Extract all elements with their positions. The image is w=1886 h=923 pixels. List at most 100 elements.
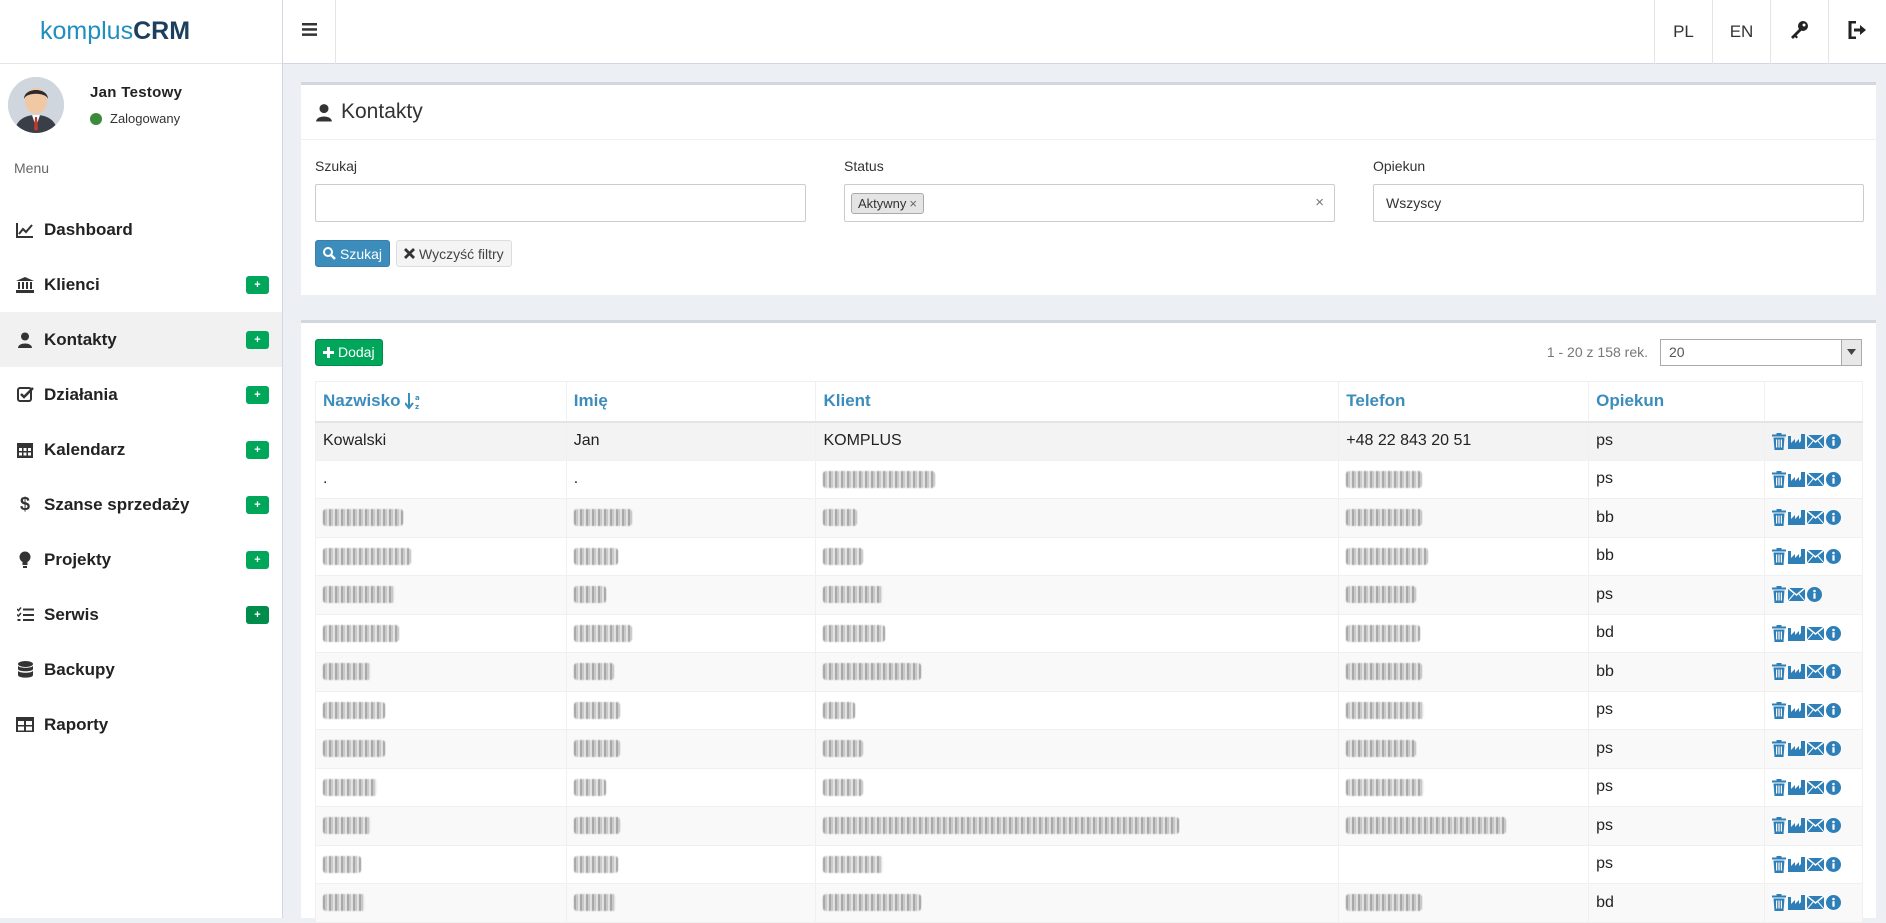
email-icon[interactable] xyxy=(1806,896,1824,910)
column-header-opiekun[interactable]: Opiekun xyxy=(1588,381,1765,423)
column-header-telefon[interactable]: Telefon xyxy=(1338,381,1590,423)
delete-icon[interactable] xyxy=(1771,470,1786,488)
sidebar-item-klienci[interactable]: Klienci + xyxy=(0,257,282,312)
sidebar-item-dzialania[interactable]: Działania + xyxy=(0,367,282,422)
sidebar-item-dashboard[interactable]: Dashboard xyxy=(0,202,282,257)
info-icon[interactable] xyxy=(1825,548,1841,564)
delete-icon[interactable] xyxy=(1771,586,1786,604)
info-icon[interactable] xyxy=(1825,779,1841,795)
sidebar-item-kalendarz[interactable]: Kalendarz + xyxy=(0,422,282,477)
search-button[interactable]: Szukaj xyxy=(315,240,391,267)
email-icon[interactable] xyxy=(1806,742,1824,756)
logout-button[interactable] xyxy=(1828,0,1886,64)
sidebar-item-raporty[interactable]: Raporty xyxy=(0,697,282,752)
email-icon[interactable] xyxy=(1806,434,1824,448)
column-header-imie[interactable]: Imię xyxy=(565,381,817,423)
sidebar-item-backupy[interactable]: Backupy xyxy=(0,642,282,697)
delete-icon[interactable] xyxy=(1771,509,1786,527)
email-icon[interactable] xyxy=(1806,703,1824,717)
remove-tag-icon[interactable]: × xyxy=(909,196,917,211)
delete-icon[interactable] xyxy=(1771,817,1786,835)
client-icon[interactable] xyxy=(1787,471,1805,487)
delete-icon[interactable] xyxy=(1771,547,1786,565)
table-row[interactable]: bd xyxy=(315,613,1864,653)
client-icon[interactable] xyxy=(1787,625,1805,641)
info-icon[interactable] xyxy=(1825,702,1841,718)
search-input[interactable] xyxy=(315,184,806,222)
status-multiselect[interactable]: Aktywny × × xyxy=(844,184,1335,222)
info-icon[interactable] xyxy=(1825,510,1841,526)
add-project-button[interactable]: + xyxy=(246,551,269,569)
add-client-button[interactable]: + xyxy=(246,276,269,294)
add-service-button[interactable]: + xyxy=(246,606,269,624)
client-icon[interactable] xyxy=(1787,779,1805,795)
page-size-select[interactable]: 20 xyxy=(1660,338,1862,366)
client-icon[interactable] xyxy=(1787,856,1805,872)
delete-icon[interactable] xyxy=(1771,663,1786,681)
delete-icon[interactable] xyxy=(1771,624,1786,642)
client-icon[interactable] xyxy=(1787,548,1805,564)
email-icon[interactable] xyxy=(1806,549,1824,563)
info-icon[interactable] xyxy=(1825,856,1841,872)
email-icon[interactable] xyxy=(1787,588,1805,602)
table-row[interactable]: bb xyxy=(315,652,1864,692)
email-icon[interactable] xyxy=(1806,780,1824,794)
sidebar-item-projekty[interactable]: Projekty + xyxy=(0,532,282,587)
change-password-button[interactable] xyxy=(1770,0,1828,64)
add-action-button[interactable]: + xyxy=(246,386,269,404)
client-icon[interactable] xyxy=(1787,702,1805,718)
delete-icon[interactable] xyxy=(1771,778,1786,796)
add-contact-button[interactable]: + xyxy=(246,331,269,349)
sidebar-item-serwis[interactable]: Serwis + xyxy=(0,587,282,642)
delete-icon[interactable] xyxy=(1771,855,1786,873)
table-row[interactable]: bb xyxy=(315,498,1864,538)
client-icon[interactable] xyxy=(1787,741,1805,757)
table-row[interactable]: ps xyxy=(315,806,1864,846)
info-icon[interactable] xyxy=(1825,895,1841,911)
sidebar-toggle-button[interactable] xyxy=(283,0,336,64)
info-icon[interactable] xyxy=(1825,664,1841,680)
table-row[interactable]: ps xyxy=(315,729,1864,769)
sidebar-item-kontakty[interactable]: Kontakty + xyxy=(0,312,282,367)
delete-icon[interactable] xyxy=(1771,701,1786,719)
table-row[interactable]: bb xyxy=(315,536,1864,576)
client-icon[interactable] xyxy=(1787,510,1805,526)
language-pl-button[interactable]: PL xyxy=(1654,0,1712,64)
email-icon[interactable] xyxy=(1806,472,1824,486)
table-row[interactable]: ps xyxy=(315,767,1864,807)
owner-select[interactable]: Wszyscy xyxy=(1373,184,1864,222)
delete-icon[interactable] xyxy=(1771,740,1786,758)
info-icon[interactable] xyxy=(1825,625,1841,641)
table-row[interactable]: bd xyxy=(315,883,1864,923)
sidebar-item-szanse-sprzedazy[interactable]: $ Szanse sprzedaży + xyxy=(0,477,282,532)
info-icon[interactable] xyxy=(1825,818,1841,834)
add-opportunity-button[interactable]: + xyxy=(246,496,269,514)
email-icon[interactable] xyxy=(1806,511,1824,525)
delete-icon[interactable] xyxy=(1771,432,1786,450)
clear-filters-button[interactable]: Wyczyść filtry xyxy=(396,240,512,267)
column-header-nazwisko[interactable]: Nazwisko az xyxy=(315,381,567,423)
table-row[interactable]: ps xyxy=(315,575,1864,615)
email-icon[interactable] xyxy=(1806,626,1824,640)
info-icon[interactable] xyxy=(1806,587,1822,603)
info-icon[interactable] xyxy=(1825,741,1841,757)
client-icon[interactable] xyxy=(1787,818,1805,834)
info-icon[interactable] xyxy=(1825,433,1841,449)
add-event-button[interactable]: + xyxy=(246,441,269,459)
email-icon[interactable] xyxy=(1806,857,1824,871)
table-row[interactable]: Kowalski Jan KOMPLUS +48 22 843 20 51 ps xyxy=(315,421,1864,461)
clear-selection-icon[interactable]: × xyxy=(1315,194,1324,211)
table-row[interactable]: ps xyxy=(315,844,1864,884)
email-icon[interactable] xyxy=(1806,665,1824,679)
table-row[interactable]: .. ps xyxy=(315,459,1864,499)
column-header-klient[interactable]: Klient xyxy=(815,381,1340,423)
client-icon[interactable] xyxy=(1787,433,1805,449)
app-logo[interactable]: komplus CRM xyxy=(0,0,282,64)
language-en-button[interactable]: EN xyxy=(1712,0,1770,64)
client-icon[interactable] xyxy=(1787,664,1805,680)
info-icon[interactable] xyxy=(1825,471,1841,487)
delete-icon[interactable] xyxy=(1771,894,1786,912)
table-row[interactable]: ps xyxy=(315,690,1864,730)
email-icon[interactable] xyxy=(1806,819,1824,833)
client-icon[interactable] xyxy=(1787,895,1805,911)
